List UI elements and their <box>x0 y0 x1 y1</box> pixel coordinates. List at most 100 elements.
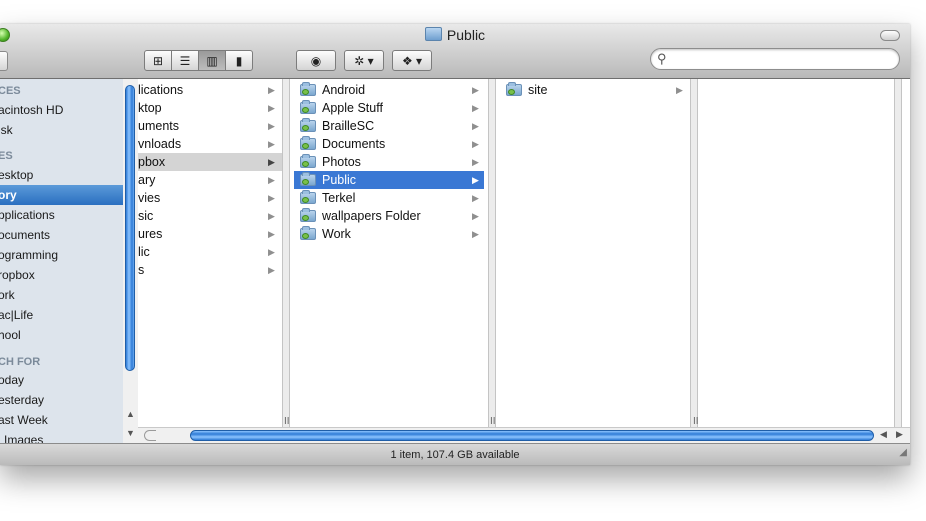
folder-icon <box>300 136 316 150</box>
list-item[interactable]: ktop ▶ <box>138 99 282 117</box>
sidebar-item-dropbox[interactable]: ropbox <box>0 265 123 285</box>
scroll-right-arrow-icon[interactable]: ▶ <box>896 429 903 440</box>
view-mode-control[interactable]: ⊞ ☰ ▥ ▮ <box>144 50 253 71</box>
column-home: lications ▶ ktop ▶ uments ▶ vnloads ▶ pbox ▶ … <box>138 79 282 443</box>
gear-icon: ✲ ▾ <box>354 53 374 68</box>
list-item[interactable]: lications ▶ <box>138 81 282 99</box>
list-item[interactable]: uments ▶ <box>138 117 282 135</box>
sync-badge-icon <box>302 197 309 203</box>
list-item[interactable]: BrailleSC ▶ <box>294 117 484 135</box>
sidebar-item-home[interactable]: ory <box>0 185 123 205</box>
list-item[interactable]: Work ▶ <box>294 225 484 243</box>
list-item[interactable]: Android ▶ <box>294 81 484 99</box>
folder-icon <box>506 82 522 96</box>
scroll-left-arrow-icon[interactable]: ◀ <box>880 429 887 440</box>
sidebar-item-yesterday[interactable]: esterday <box>0 390 123 410</box>
chevron-right-icon: ▶ <box>472 103 479 113</box>
folder-icon <box>300 82 316 96</box>
sync-badge-icon <box>302 215 309 221</box>
chevron-right-icon: ▶ <box>472 193 479 203</box>
column-view-icon[interactable]: ▥ <box>199 51 226 70</box>
sync-badge-icon <box>302 125 309 131</box>
toolbar-toggle-button[interactable] <box>880 30 900 41</box>
chevron-right-icon: ▶ <box>472 211 479 221</box>
chevron-right-icon: ▶ <box>268 247 275 257</box>
folder-icon <box>424 27 442 41</box>
column-resize-grip-icon[interactable]: II <box>490 416 496 427</box>
list-item-selected[interactable]: Public ▶ <box>294 171 484 189</box>
column-divider[interactable] <box>488 79 496 443</box>
folder-icon <box>300 208 316 222</box>
sidebar-scrollbar[interactable]: ▲ ▼ <box>123 79 139 443</box>
list-item[interactable]: site ▶ <box>500 81 688 99</box>
sidebar-header-devices: ES <box>0 150 13 162</box>
sidebar-header-places: CES <box>0 85 21 97</box>
sidebar-item-all-images[interactable]: l Images <box>0 430 123 443</box>
finder-window: Public ⊞ ☰ ▥ ▮ ◉ ✲ ▾ ❖ ▾ ⚲ CES acintosh … <box>0 24 910 465</box>
folder-icon <box>300 154 316 168</box>
sidebar-scroll-thumb[interactable] <box>125 85 135 371</box>
sidebar-item-work[interactable]: ork <box>0 285 123 305</box>
sidebar-item-maclife[interactable]: ac|Life <box>0 305 123 325</box>
list-item[interactable]: wallpapers Folder ▶ <box>294 207 484 225</box>
coverflow-view-icon[interactable]: ▮ <box>226 51 252 70</box>
dropbox-menu-button[interactable]: ❖ ▾ <box>392 50 432 71</box>
action-menu-button[interactable]: ✲ ▾ <box>344 50 384 71</box>
window-title: Public <box>0 27 910 43</box>
column-resize-grip-icon[interactable]: II <box>284 416 290 427</box>
search-input[interactable] <box>673 51 895 68</box>
search-field[interactable]: ⚲ <box>650 48 900 70</box>
list-item[interactable]: sic ▶ <box>138 207 282 225</box>
chevron-right-icon: ▶ <box>268 157 275 167</box>
list-item[interactable]: ary ▶ <box>138 171 282 189</box>
resize-grip-icon[interactable]: ◢ <box>899 442 907 464</box>
folder-icon <box>300 118 316 132</box>
status-bar: 1 item, 107.4 GB available ◢ <box>0 443 910 465</box>
column-divider[interactable] <box>282 79 290 443</box>
list-item[interactable]: s ▶ <box>138 261 282 279</box>
back-forward-button[interactable] <box>0 51 8 71</box>
chevron-right-icon: ▶ <box>268 193 275 203</box>
chevron-right-icon: ▶ <box>268 121 275 131</box>
sidebar-item-desktop[interactable]: esktop <box>0 165 123 185</box>
sidebar-item-school[interactable]: hool <box>0 325 123 345</box>
list-item[interactable]: lic ▶ <box>138 243 282 261</box>
list-item[interactable]: ures ▶ <box>138 225 282 243</box>
column-empty <box>698 79 894 443</box>
horizontal-scrollbar[interactable]: ◀ ▶ <box>138 427 910 444</box>
scroll-up-arrow-icon[interactable]: ▲ <box>126 409 135 419</box>
chevron-right-icon: ▶ <box>268 211 275 221</box>
sidebar-item-macintosh-hd[interactable]: acintosh HD <box>0 100 123 120</box>
list-item[interactable]: vnloads ▶ <box>138 135 282 153</box>
list-item-selected[interactable]: pbox ▶ <box>138 153 282 171</box>
list-item[interactable]: Apple Stuff ▶ <box>294 99 484 117</box>
column-divider[interactable] <box>690 79 698 443</box>
sidebar-item-disk[interactable]: isk <box>0 120 123 140</box>
column-public: site ▶ <box>496 79 690 443</box>
icon-view-icon[interactable]: ⊞ <box>145 51 172 70</box>
sidebar-item-documents[interactable]: ocuments <box>0 225 123 245</box>
sync-badge-icon <box>302 233 309 239</box>
list-item[interactable]: Terkel ▶ <box>294 189 484 207</box>
search-icon: ⚲ <box>657 51 667 66</box>
list-item[interactable]: vies ▶ <box>138 189 282 207</box>
chevron-right-icon: ▶ <box>268 139 275 149</box>
sidebar-item-today[interactable]: oday <box>0 370 123 390</box>
list-item[interactable]: Photos ▶ <box>294 153 484 171</box>
scroll-down-arrow-icon[interactable]: ▼ <box>126 428 135 438</box>
column-divider[interactable] <box>894 79 902 443</box>
eye-icon: ◉ <box>310 53 322 68</box>
folder-icon <box>300 190 316 204</box>
sidebar-header-search-for: CH FOR <box>0 356 41 368</box>
sidebar-item-applications[interactable]: pplications <box>0 205 123 225</box>
folder-icon <box>300 100 316 114</box>
chevron-right-icon: ▶ <box>472 121 479 131</box>
column-dropbox: Android ▶ Apple Stuff ▶ BrailleSC ▶ Documen… <box>290 79 486 443</box>
sidebar-item-past-week[interactable]: ast Week <box>0 410 123 430</box>
list-item[interactable]: Documents ▶ <box>294 135 484 153</box>
quick-look-button[interactable]: ◉ <box>296 50 336 71</box>
horizontal-scroll-thumb[interactable] <box>190 430 874 441</box>
chevron-right-icon: ▶ <box>472 85 479 95</box>
list-view-icon[interactable]: ☰ <box>172 51 199 70</box>
sidebar-item-programming[interactable]: ogramming <box>0 245 123 265</box>
